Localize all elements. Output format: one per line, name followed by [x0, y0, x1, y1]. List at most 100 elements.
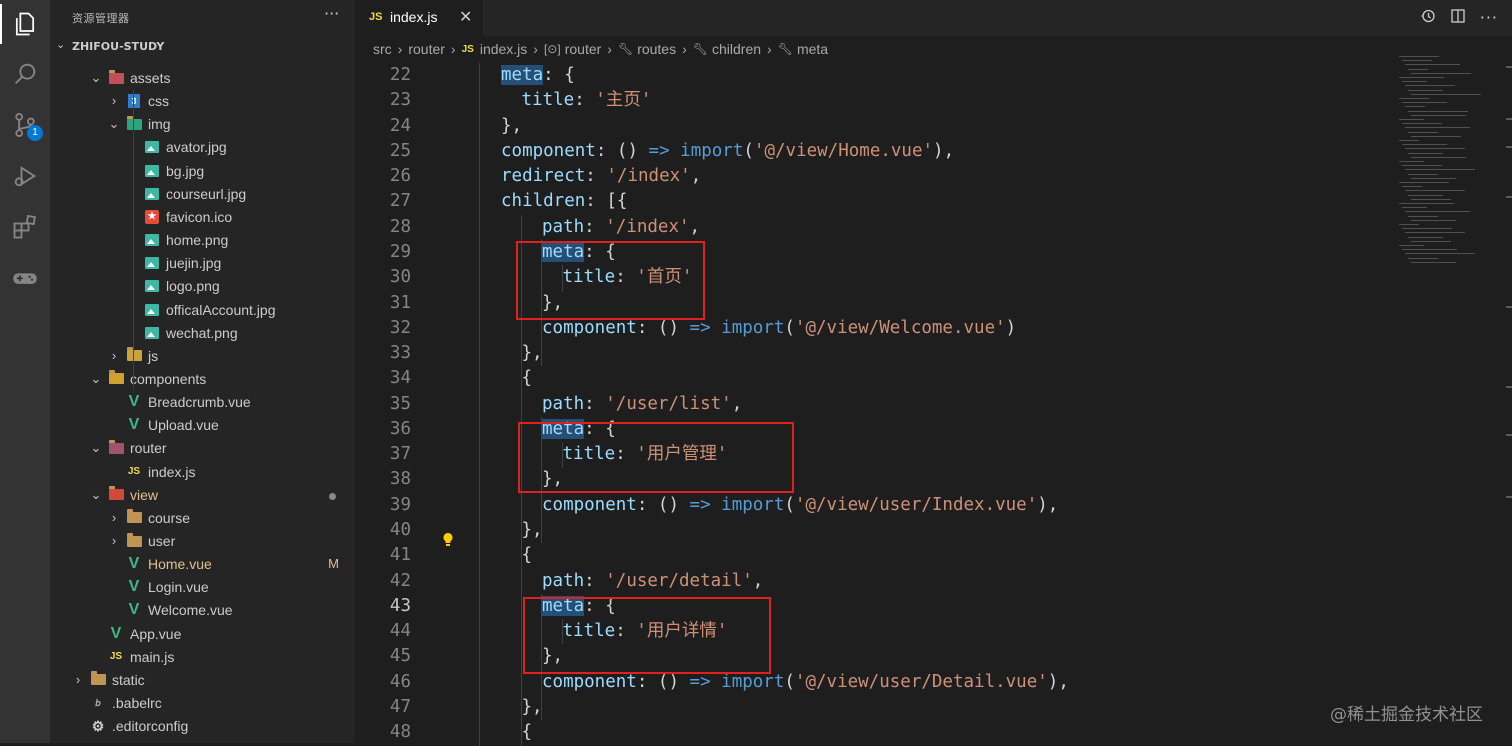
tree-item[interactable]: V Login.vue [50, 576, 355, 599]
chevron-right-icon[interactable]: › [108, 93, 120, 109]
code-line[interactable]: 40}, [355, 518, 1395, 543]
breadcrumb-children[interactable]: children [712, 41, 761, 57]
code-line[interactable]: 44 title: '用户详情' [355, 619, 1395, 644]
breadcrumb-router-symbol[interactable]: router [565, 41, 602, 57]
code-line[interactable]: 26 redirect: '/index', [355, 164, 1395, 189]
tree-item[interactable]: ★ favicon.ico [50, 206, 355, 229]
tree-item[interactable]: ⌄ img [50, 113, 355, 136]
code-line[interactable]: 30 title: '首页' [355, 265, 1395, 290]
search-icon[interactable] [0, 50, 50, 98]
tree-item[interactable]: bg.jpg [50, 160, 355, 183]
code-line[interactable]: 29 meta: { [355, 240, 1395, 265]
tree-item[interactable]: V App.vue [50, 623, 355, 646]
tree-item[interactable]: JS main.js [50, 646, 355, 669]
tree-item[interactable]: avator.jpg [50, 136, 355, 159]
tree-item[interactable]: ⚙︎ .editorconfig [50, 715, 355, 738]
breadcrumb-routes[interactable]: routes [637, 41, 676, 57]
split-editor-icon[interactable] [1450, 8, 1466, 28]
code-line[interactable]: 41 { [355, 543, 1395, 568]
line-number: 39 [389, 494, 411, 515]
chevron-right-icon[interactable]: › [72, 672, 84, 688]
code-line[interactable]: 48 { [355, 720, 1395, 745]
code-line[interactable]: 33}, [355, 341, 1395, 366]
code-line[interactable]: 45}, [355, 644, 1395, 669]
tree-item[interactable]: 𝘣 .babelrc [50, 692, 355, 715]
chevron-down-icon[interactable]: ⌄ [108, 116, 120, 132]
breadcrumb-meta[interactable]: meta [797, 41, 828, 57]
tree-item[interactable]: ⌄ view [50, 484, 355, 507]
minimap[interactable] [1399, 56, 1504, 286]
code-line[interactable]: 35 path: '/user/list', [355, 392, 1395, 417]
code-line[interactable]: 24}, [355, 114, 1395, 139]
close-icon[interactable]: ✕ [459, 7, 472, 26]
code-line[interactable]: 25 component: () => import('@/view/Home.v… [355, 139, 1395, 164]
explorer-icon[interactable] [0, 0, 50, 48]
code-line[interactable]: 28 path: '/index', [355, 215, 1395, 240]
tree-item[interactable]: ⌄ assets [50, 67, 355, 90]
breadcrumb-file[interactable]: index.js [480, 41, 527, 57]
run-debug-icon[interactable] [0, 152, 50, 200]
tree-item[interactable]: › user [50, 530, 355, 553]
minimap-line [1402, 207, 1427, 209]
chevron-down-icon[interactable]: ⌄ [90, 70, 102, 86]
more-icon[interactable]: ··· [1480, 8, 1498, 28]
code-text: component: () => import('@/view/user/Ind… [542, 494, 1059, 515]
tree-item[interactable]: officalAccount.jpg [50, 299, 355, 322]
scrollbar[interactable] [1506, 56, 1512, 743]
tree-item[interactable]: V Breadcrumb.vue [50, 391, 355, 414]
code-line[interactable]: 22 meta: { [355, 63, 1395, 88]
code-line[interactable]: 42 path: '/user/detail', [355, 569, 1395, 594]
tree-item[interactable]: juejin.jpg [50, 252, 355, 275]
tree-item[interactable]: V Upload.vue [50, 414, 355, 437]
tree-item-label: courseurl.jpg [166, 185, 247, 202]
code-line[interactable]: 36 meta: { [355, 417, 1395, 442]
chevron-down-icon[interactable]: ⌄ [90, 440, 102, 456]
minimap-line [1405, 211, 1470, 213]
gamepad-icon[interactable] [0, 254, 50, 302]
code-line[interactable]: 43 meta: { [355, 594, 1395, 619]
breadcrumb-src[interactable]: src [373, 41, 392, 57]
code-line[interactable]: 23 title: '主页' [355, 88, 1395, 113]
tree-item[interactable]: › course [50, 507, 355, 530]
tree-item[interactable]: home.png [50, 229, 355, 252]
code-line[interactable]: 31}, [355, 291, 1395, 316]
breadcrumb-router-folder[interactable]: router [408, 41, 445, 57]
code-line[interactable]: 39 component: () => import('@/view/user/I… [355, 493, 1395, 518]
chevron-right-icon[interactable]: › [108, 348, 120, 364]
code-line[interactable]: 37 title: '用户管理' [355, 442, 1395, 467]
code-line[interactable]: 38}, [355, 467, 1395, 492]
tree-item-label: index.js [148, 463, 196, 480]
tree-item[interactable]: › static [50, 669, 355, 692]
source-control-icon[interactable]: 1 [0, 101, 50, 149]
tree-item[interactable]: courseurl.jpg [50, 183, 355, 206]
tree-item[interactable]: logo.png [50, 275, 355, 298]
code-line[interactable]: 27 children: [{ [355, 189, 1395, 214]
tree-item[interactable]: › js [50, 345, 355, 368]
workspace-header[interactable]: ⌄ ZHIFOU-STUDY [50, 38, 355, 58]
timeline-icon[interactable] [1420, 8, 1436, 28]
tree-item[interactable]: wechat.png [50, 322, 355, 345]
tab-index-js[interactable]: JS index.js ✕ [355, 0, 483, 36]
tree-item[interactable]: ⌄ router [50, 437, 355, 460]
code-line[interactable]: 47}, [355, 695, 1395, 720]
tree-item[interactable]: V Welcome.vue [50, 599, 355, 622]
code-line[interactable]: 46 component: () => import('@/view/user/D… [355, 670, 1395, 695]
chevron-right-icon[interactable]: › [108, 510, 120, 526]
tree-item[interactable]: ⌄ components [50, 368, 355, 391]
lightbulb-icon[interactable] [443, 533, 453, 547]
minimap-line [1399, 77, 1444, 78]
code-line[interactable]: 34 { [355, 366, 1395, 391]
tree-item[interactable]: V Home.vue M [50, 553, 355, 576]
chevron-right-icon: › [767, 41, 772, 57]
chevron-down-icon[interactable]: ⌄ [90, 487, 102, 503]
tree-item[interactable]: › 3 css [50, 90, 355, 113]
extensions-icon[interactable] [0, 203, 50, 251]
chevron-down-icon[interactable]: ⌄ [90, 371, 102, 387]
more-actions-icon[interactable]: ··· [324, 4, 339, 23]
minimap-line [1408, 215, 1438, 217]
code-line[interactable]: 32 component: () => import('@/view/Welcom… [355, 316, 1395, 341]
tree-item[interactable]: JS index.js [50, 461, 355, 484]
chevron-right-icon[interactable]: › [108, 533, 120, 549]
scroll-marker [1506, 496, 1512, 498]
line-number: 35 [389, 393, 411, 414]
